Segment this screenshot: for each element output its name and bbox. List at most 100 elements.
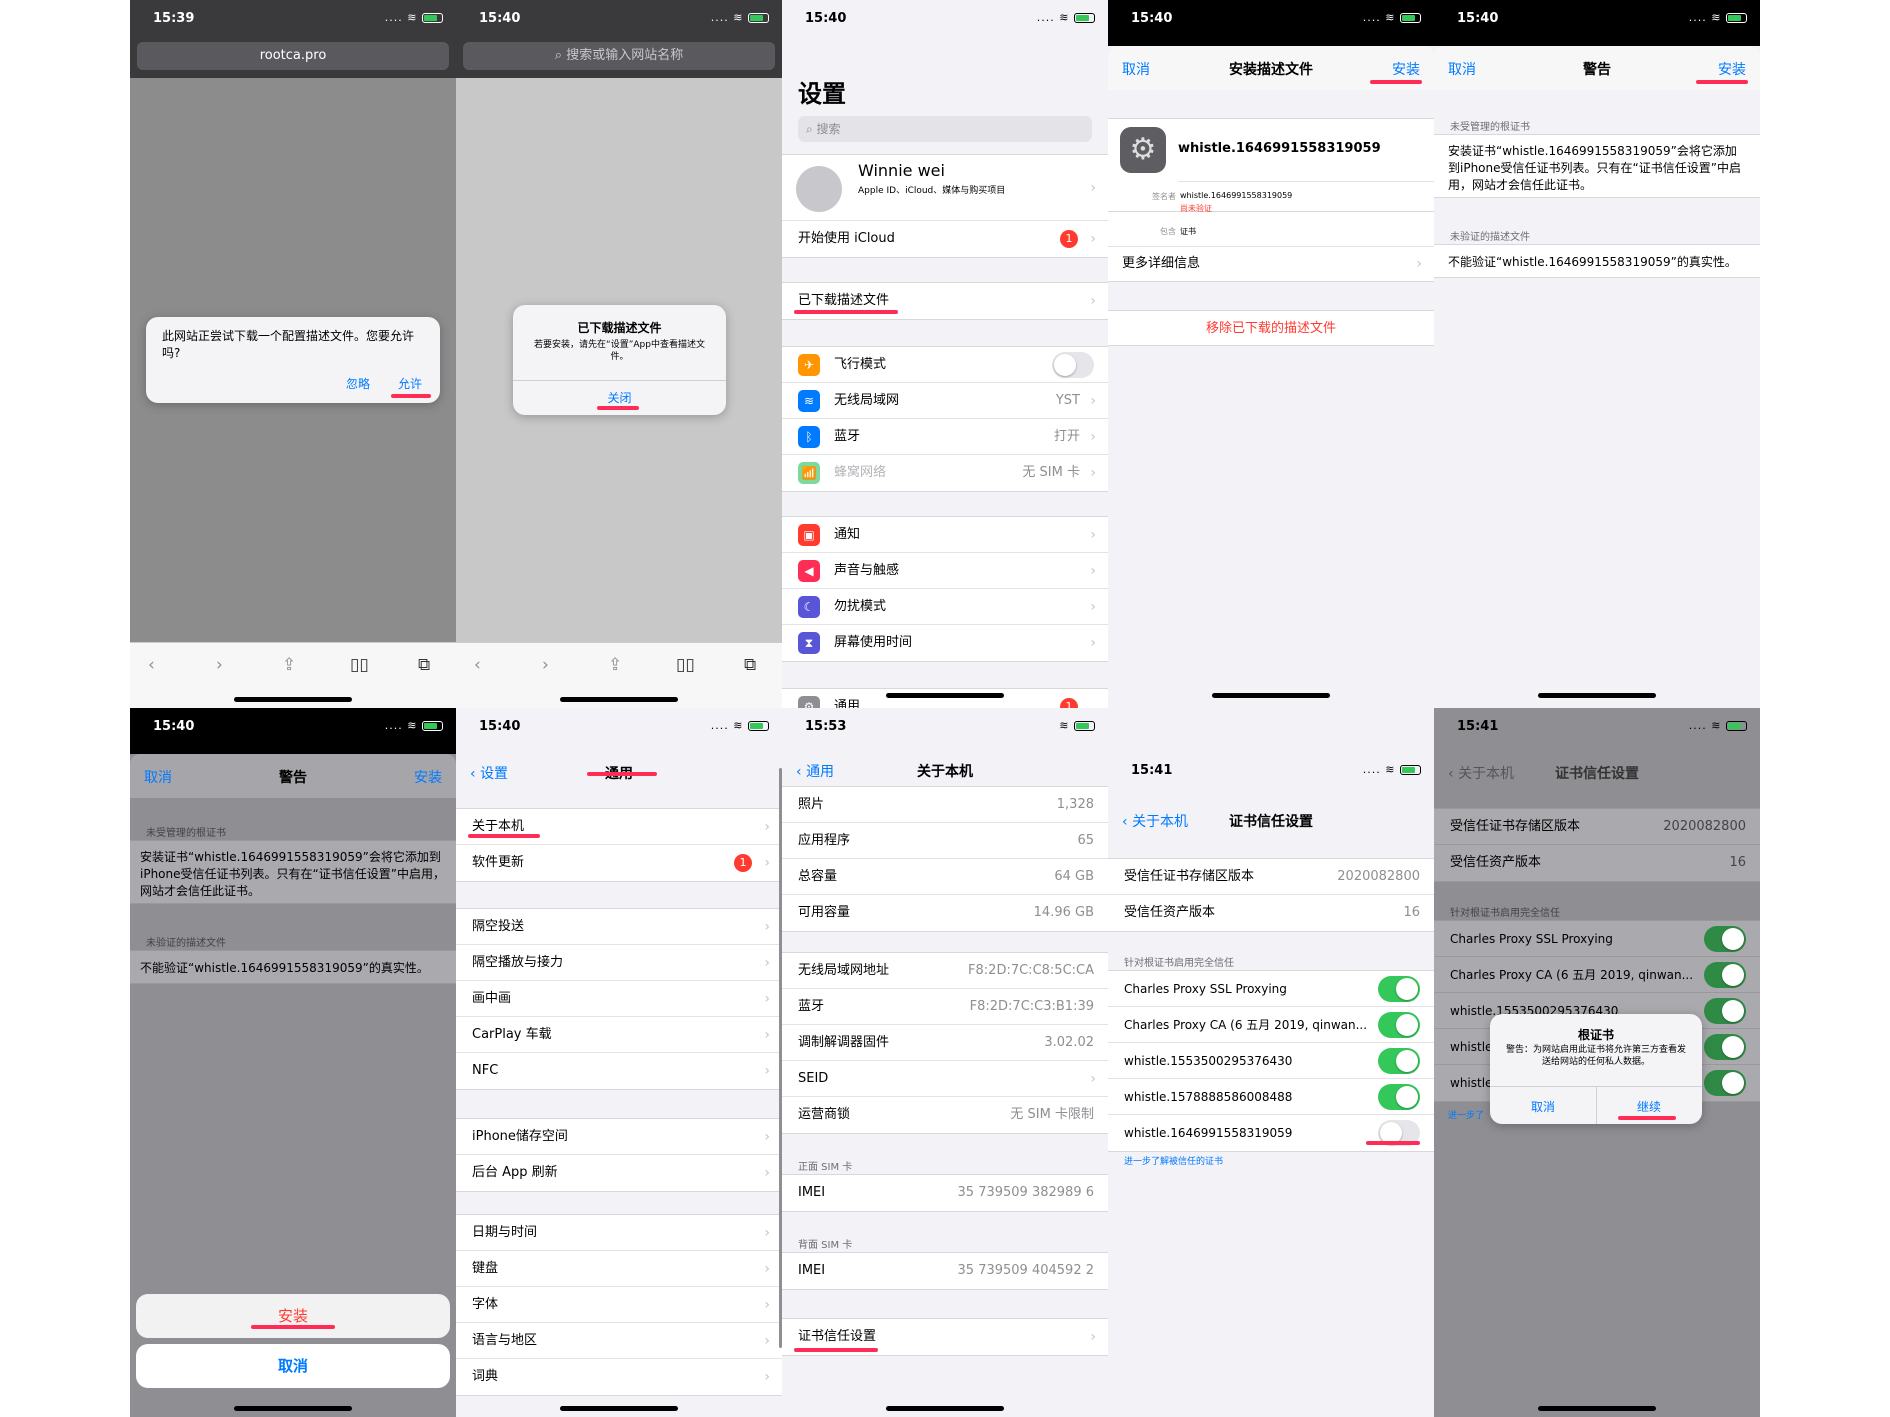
cert-trust-toggle[interactable] — [1378, 976, 1420, 1002]
trust-asset-label: 受信任资产版本 — [1450, 855, 1542, 870]
info-value: 65 — [1077, 833, 1094, 848]
wifi-icon: ≋ — [1059, 719, 1070, 732]
more-details-row[interactable]: 更多详细信息 › — [1108, 246, 1434, 282]
battery-icon — [748, 721, 769, 731]
allow-button[interactable]: 允许 — [398, 375, 422, 392]
bookmarks-icon[interactable]: ▯▯ — [676, 655, 695, 675]
cert-trust-toggle[interactable] — [1704, 926, 1746, 952]
battery-icon — [1074, 721, 1095, 731]
settings-row[interactable]: ᛒ 蓝牙 打开 › — [782, 419, 1108, 455]
close-button[interactable]: 关闭 — [513, 389, 726, 406]
sheet-cancel-button[interactable]: 取消 — [136, 1344, 450, 1388]
general-item-row[interactable]: NFC › — [456, 1053, 782, 1089]
general-label: 通用 — [834, 699, 861, 708]
settings-row[interactable]: ▣ 通知 › — [782, 517, 1108, 553]
tabs-icon[interactable]: ⧉ — [418, 655, 430, 675]
section-header: 针对根证书启用完全信任 — [1124, 958, 1234, 969]
gear-icon: ⚙ — [798, 696, 820, 708]
chevron-right-icon: › — [764, 1297, 770, 1313]
settings-row[interactable]: ✈ 飞行模式 — [782, 347, 1108, 383]
forward-icon[interactable]: › — [542, 655, 549, 675]
trust-asset-value: 16 — [1403, 905, 1420, 920]
info-row: 总容量 64 GB — [782, 859, 1108, 895]
search-bar[interactable]: ⌕ 搜索或输入网站名称 — [463, 42, 775, 70]
software-update-row[interactable]: 软件更新 1 › — [456, 845, 782, 881]
settings-row[interactable]: ◀ 声音与触感 › — [782, 553, 1108, 589]
signal-icon: .... — [1688, 11, 1707, 24]
info-label: 无线局域网地址 — [798, 963, 890, 978]
general-item-row[interactable]: 字体 › — [456, 1287, 782, 1323]
forward-icon[interactable]: › — [216, 655, 223, 675]
share-icon[interactable]: ⇪ — [282, 655, 296, 675]
chevron-right-icon: › — [764, 1063, 770, 1079]
settings-row-label: 声音与触感 — [834, 563, 900, 578]
status-time: 15:40 — [805, 11, 847, 26]
tabs-icon[interactable]: ⧉ — [744, 655, 756, 675]
icloud-row[interactable]: 开始使用 iCloud 1 › — [782, 221, 1108, 257]
about-row[interactable]: 关于本机 › — [456, 809, 782, 845]
nav-title: 警告 — [1583, 62, 1611, 78]
panel-safari-download-prompt: 15:39.... ≋ rootca.pro 此网站正尝试下载一个配置描述文件。… — [130, 0, 456, 708]
cert-trust-toggle[interactable] — [1378, 1084, 1420, 1110]
url-bar[interactable]: rootca.pro — [137, 42, 449, 70]
status-icons: ≋ — [1059, 719, 1095, 732]
ignore-button[interactable]: 忽略 — [346, 375, 370, 392]
general-item-row[interactable]: 词典 › — [456, 1359, 782, 1395]
highlight-underline — [794, 310, 898, 314]
general-row[interactable]: ⚙ 通用 1 — [782, 689, 1108, 708]
cert-name: whistle.1646991558319059 — [1124, 1126, 1293, 1140]
cert-trust-toggle[interactable] — [1704, 962, 1746, 988]
learn-more-link[interactable]: 进一步了 — [1448, 1108, 1484, 1121]
back-icon[interactable]: ‹ — [474, 655, 481, 675]
info-row[interactable]: SEID › — [782, 1061, 1108, 1097]
install-button[interactable]: 安装 — [1392, 59, 1420, 79]
bookmarks-icon[interactable]: ▯▯ — [350, 655, 369, 675]
nav-bar: 取消 警告 安装 — [130, 754, 456, 798]
apple-id-row[interactable]: Winnie wei Apple ID、iCloud、媒体与购买项目 › — [782, 155, 1108, 221]
general-item-row[interactable]: 语言与地区 › — [456, 1323, 782, 1359]
alert-continue-button[interactable]: 继续 — [1596, 1098, 1702, 1115]
settings-row[interactable]: ☾ 勿扰模式 › — [782, 589, 1108, 625]
cert-trust-toggle[interactable] — [1704, 1034, 1746, 1060]
settings-row-value: YST — [1055, 393, 1080, 408]
general-item-row[interactable]: 键盘 › — [456, 1251, 782, 1287]
section-header: 未受管理的根证书 — [1450, 122, 1530, 133]
alert-cancel-button[interactable]: 取消 — [1490, 1098, 1596, 1115]
settings-row[interactable]: ⧗ 屏幕使用时间 › — [782, 625, 1108, 661]
settings-row[interactable]: ≋ 无线局域网 YST › — [782, 383, 1108, 419]
general-item-row[interactable]: iPhone储存空间 › — [456, 1119, 782, 1155]
general-item-row[interactable]: 隔空播放与接力 › — [456, 945, 782, 981]
remove-profile-button[interactable]: 移除已下载的描述文件 — [1108, 311, 1434, 347]
chevron-right-icon: › — [1090, 231, 1096, 247]
learn-more-link[interactable]: 进一步了解被信任的证书 — [1124, 1154, 1223, 1167]
general-item-row[interactable]: 后台 App 刷新 › — [456, 1155, 782, 1191]
install-button[interactable]: 安装 — [1718, 59, 1746, 79]
general-item-row[interactable]: CarPlay 车载 › — [456, 1017, 782, 1053]
airplane-toggle[interactable] — [1052, 352, 1094, 378]
back-icon[interactable]: ‹ — [148, 655, 155, 675]
imei-label: IMEI — [798, 1185, 826, 1200]
settings-row[interactable]: 📶 蜂窝网络 无 SIM 卡 › — [782, 455, 1108, 491]
cert-trust-toggle[interactable] — [1704, 998, 1746, 1024]
general-item-row[interactable]: 日期与时间 › — [456, 1215, 782, 1251]
status-time: 15:40 — [479, 11, 521, 26]
cert-trust-toggle[interactable] — [1378, 1048, 1420, 1074]
general-item-row[interactable]: 画中画 › — [456, 981, 782, 1017]
page-title: 设置 — [798, 80, 846, 108]
share-icon[interactable]: ⇪ — [608, 655, 622, 675]
alert-message: 若要安装，请先在“设置”App中查看描述文件。 — [534, 340, 705, 362]
cert-trust-toggle[interactable] — [1704, 1070, 1746, 1096]
info-value: 14.96 GB — [1033, 905, 1094, 920]
highlight-underline — [391, 394, 431, 398]
general-item-row[interactable]: 隔空投送 › — [456, 909, 782, 945]
settings-row-label: 飞行模式 — [834, 357, 887, 372]
general-item-label: CarPlay 车载 — [472, 1027, 552, 1042]
cert-row: Charles Proxy SSL Proxying — [1108, 971, 1434, 1007]
cert-trust-toggle[interactable] — [1378, 1012, 1420, 1038]
cert-name: Charles Proxy CA (6 五月 2019, qinwan... — [1124, 1018, 1368, 1032]
search-field[interactable]: ⌕ 搜索 — [798, 116, 1092, 142]
install-button[interactable]: 安装 — [414, 767, 442, 787]
sheet-install-button[interactable]: 安装 — [136, 1294, 450, 1338]
cert-row: whistle.1578888586008488 — [1108, 1079, 1434, 1115]
battery-icon — [1074, 13, 1095, 23]
